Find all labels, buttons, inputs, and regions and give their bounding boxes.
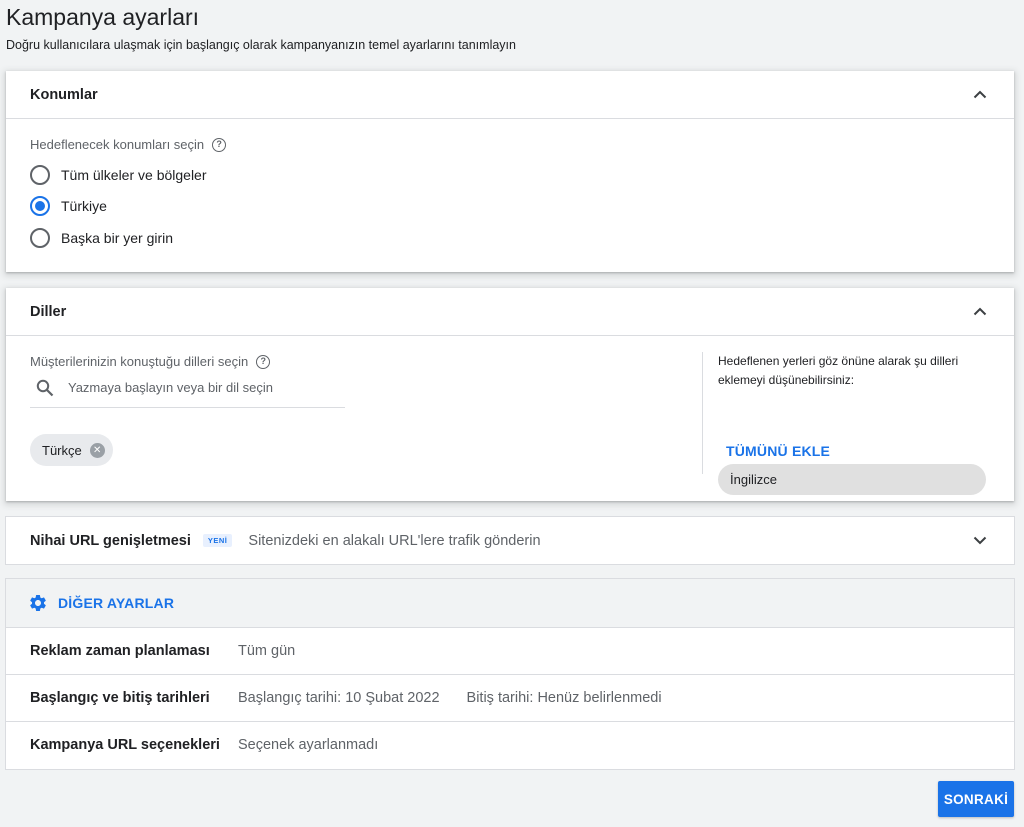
chevron-up-icon[interactable]	[972, 87, 988, 103]
settings-row-dates[interactable]: Başlangıç ve bitiş tarihleri Başlangıç t…	[6, 674, 1014, 721]
page-title: Kampanya ayarları	[6, 4, 200, 30]
locations-field-label-text: Hedeflenecek konumları seçin	[30, 137, 205, 152]
row-label: Reklam zaman planlaması	[30, 643, 210, 659]
radio-turkiye[interactable]: Türkiye	[30, 191, 226, 223]
locations-body: Hedeflenecek konumları seçin ? Tüm ülkel…	[30, 137, 227, 254]
languages-field-label: Müşterilerinizin konuştuğu dilleri seçin…	[30, 354, 271, 369]
other-settings-header[interactable]: DİĞER AYARLAR	[6, 579, 1014, 627]
help-icon[interactable]: ?	[256, 354, 271, 369]
radio-label: Tüm ülkeler ve bölgeler	[61, 166, 207, 183]
search-icon	[36, 379, 54, 397]
radio-button[interactable]	[30, 227, 50, 248]
locations-card: Konumlar Hedeflenecek konumları seçin ? …	[6, 71, 1014, 272]
add-all-button[interactable]: TÜMÜNÜ EKLE	[726, 443, 830, 459]
final-url-card[interactable]: Nihai URL genişletmesi YENİ Sitenizdeki …	[6, 517, 1014, 564]
languages-field-label-text: Müşterilerinizin konuştuğu dilleri seçin	[30, 354, 249, 369]
locations-field-label: Hedeflenecek konumları seçin ?	[30, 137, 227, 152]
languages-title: Diller	[30, 303, 67, 320]
radio-label: Başka bir yer girin	[61, 229, 174, 246]
locations-title: Konumlar	[30, 86, 98, 103]
row-value-start-date: Başlangıç tarihi: 10 Şubat 2022	[238, 690, 440, 706]
language-suggestions: Hedeflenen yerleri göz önüne alarak şu d…	[706, 352, 1006, 495]
other-settings-card: DİĞER AYARLAR Reklam zaman planlaması Tü…	[6, 579, 1014, 769]
row-label: Kampanya URL seçenekleri	[30, 737, 220, 753]
row-label: Başlangıç ve bitiş tarihleri	[30, 690, 210, 706]
language-chip-turkce: Türkçe ✕	[30, 434, 113, 466]
settings-row-ad-schedule[interactable]: Reklam zaman planlaması Tüm gün	[6, 627, 1014, 674]
radio-button-checked[interactable]	[30, 196, 50, 217]
language-search-input[interactable]	[68, 380, 328, 395]
other-settings-title: DİĞER AYARLAR	[58, 595, 175, 611]
suggested-language-chip[interactable]: İngilizce	[718, 464, 986, 495]
close-icon[interactable]: ✕	[89, 442, 105, 458]
radio-label: Türkiye	[61, 198, 107, 215]
final-url-title: Nihai URL genişletmesi	[30, 532, 191, 549]
row-value: Seçenek ayarlanmadı	[238, 737, 379, 753]
locations-header[interactable]: Konumlar	[6, 71, 1014, 119]
radio-other-location[interactable]: Başka bir yer girin	[30, 222, 226, 254]
next-button[interactable]: SONRAKİ	[938, 781, 1014, 817]
row-value: Tüm gün	[238, 643, 296, 659]
final-url-description: Sitenizdeki en alakalı URL'lere trafik g…	[248, 532, 541, 549]
chevron-up-icon[interactable]	[972, 304, 988, 320]
row-value-end-date: Bitiş tarihi: Henüz belirlenmedi	[466, 690, 662, 706]
divider	[702, 352, 703, 474]
new-badge: YENİ	[202, 534, 233, 547]
page-subtitle: Doğru kullanıcılara ulaşmak için başlang…	[6, 38, 516, 52]
radio-button[interactable]	[30, 164, 50, 185]
chevron-down-icon[interactable]	[972, 533, 988, 549]
settings-row-url-options[interactable]: Kampanya URL seçenekleri Seçenek ayarlan…	[6, 721, 1014, 768]
language-search-field[interactable]	[30, 368, 345, 408]
help-icon[interactable]: ?	[212, 137, 227, 152]
chip-label: Türkçe	[42, 442, 82, 458]
languages-header[interactable]: Diller	[6, 288, 1014, 336]
suggestion-text: Hedeflenen yerleri göz önüne alarak şu d…	[718, 354, 959, 387]
radio-all-countries[interactable]: Tüm ülkeler ve bölgeler	[30, 159, 226, 191]
gear-icon	[28, 593, 48, 613]
languages-card: Diller Müşterilerinizin konuştuğu diller…	[6, 288, 1014, 501]
